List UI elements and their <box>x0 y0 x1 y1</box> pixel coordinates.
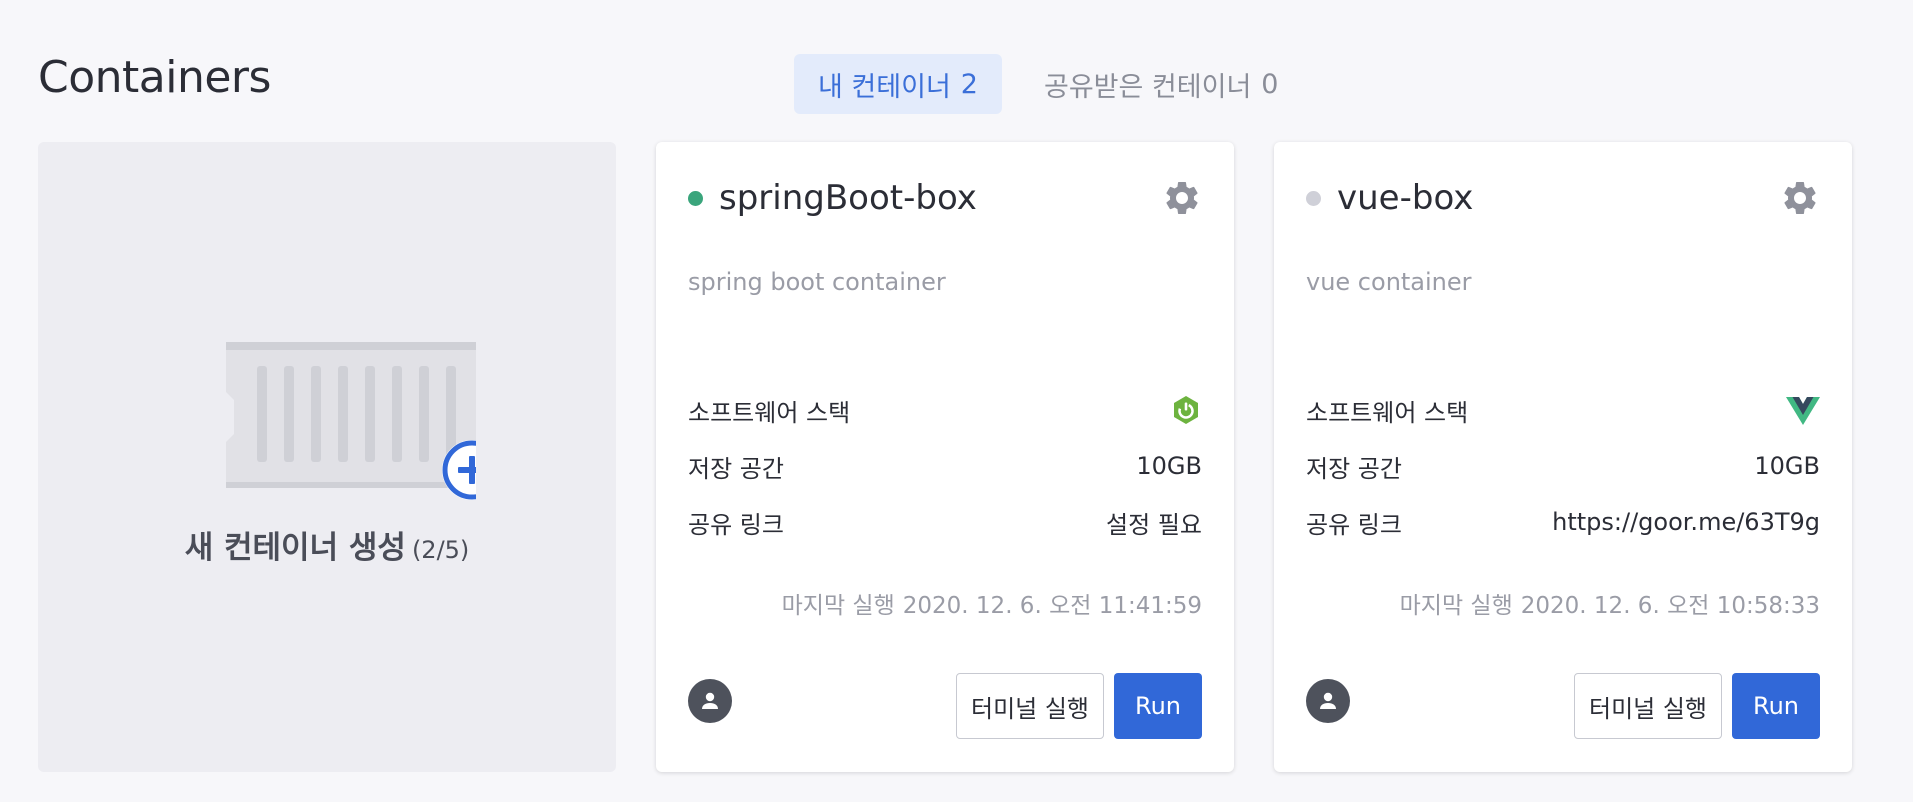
user-icon <box>702 692 718 709</box>
last-run: 마지막 실행 2020. 12. 6. 오전 10:58:33 <box>1400 586 1820 620</box>
last-run-time: 2020. 12. 6. 오전 10:58:33 <box>1520 593 1820 619</box>
new-container-text: 새 컨테이너 생성 <box>184 530 406 566</box>
tab-shared-containers[interactable]: 공유받은 컨테이너 0 <box>1020 54 1303 114</box>
terminal-button[interactable]: 터미널 실행 <box>1574 673 1722 739</box>
stack-label: 소프트웨어 스택 <box>688 398 851 427</box>
last-run-label: 마지막 실행 <box>781 593 895 619</box>
share-link-label: 공유 링크 <box>688 510 784 539</box>
container-description: spring boot container <box>688 268 946 296</box>
avatar[interactable] <box>1306 679 1350 723</box>
tab-my-containers[interactable]: 내 컨테이너 2 <box>794 54 1002 114</box>
gear-icon[interactable] <box>1780 178 1820 218</box>
terminal-button[interactable]: 터미널 실행 <box>956 673 1104 739</box>
storage-value: 10GB <box>1136 452 1202 480</box>
stack-row: 소프트웨어 스택 <box>1306 382 1820 438</box>
gear-icon[interactable] <box>1162 178 1202 218</box>
tab-label: 내 컨테이너 <box>818 71 951 103</box>
share-link-row: 공유 링크 설정 필요 <box>688 494 1202 550</box>
container-description: vue container <box>1306 268 1472 296</box>
container-tabs: 내 컨테이너 2 공유받은 컨테이너 0 <box>794 54 1302 114</box>
tab-count: 0 <box>1261 68 1279 100</box>
vue-icon <box>1786 397 1820 425</box>
container-card[interactable]: vue-box vue container 소프트웨어 스택 저장 공간 10G… <box>1274 142 1852 772</box>
spring-boot-icon <box>1174 396 1198 424</box>
avatar[interactable] <box>688 679 732 723</box>
run-button[interactable]: Run <box>1114 673 1202 739</box>
share-link-value[interactable]: https://goor.me/63T9g <box>1552 508 1820 536</box>
last-run-time: 2020. 12. 6. 오전 11:41:59 <box>902 593 1202 619</box>
share-link-value[interactable]: 설정 필요 <box>1106 505 1202 540</box>
last-run: 마지막 실행 2020. 12. 6. 오전 11:41:59 <box>782 586 1202 620</box>
page-title: Containers <box>38 52 271 103</box>
run-button[interactable]: Run <box>1732 673 1820 739</box>
user-icon <box>1320 692 1336 709</box>
storage-row: 저장 공간 10GB <box>688 438 1202 494</box>
container-quota: (2/5) <box>411 536 470 564</box>
status-indicator <box>688 190 703 206</box>
container-name: springBoot-box <box>719 178 977 218</box>
share-link-label: 공유 링크 <box>1306 510 1402 539</box>
container-card[interactable]: springBoot-box spring boot container 소프트… <box>656 142 1234 772</box>
storage-value: 10GB <box>1754 452 1820 480</box>
container-name: vue-box <box>1337 178 1474 218</box>
new-container-label: 새 컨테이너 생성 (2/5) <box>38 522 616 567</box>
stack-label: 소프트웨어 스택 <box>1306 398 1469 427</box>
stack-row: 소프트웨어 스택 <box>688 382 1202 438</box>
new-container-card[interactable]: 새 컨테이너 생성 (2/5) <box>38 142 616 772</box>
share-link-row: 공유 링크 https://goor.me/63T9g <box>1306 494 1820 550</box>
container-add-icon <box>226 342 476 500</box>
storage-label: 저장 공간 <box>688 454 784 483</box>
last-run-label: 마지막 실행 <box>1399 593 1513 619</box>
storage-label: 저장 공간 <box>1306 454 1402 483</box>
storage-row: 저장 공간 10GB <box>1306 438 1820 494</box>
tab-label: 공유받은 컨테이너 <box>1043 71 1252 103</box>
tab-count: 2 <box>960 68 978 100</box>
status-indicator <box>1306 190 1321 206</box>
